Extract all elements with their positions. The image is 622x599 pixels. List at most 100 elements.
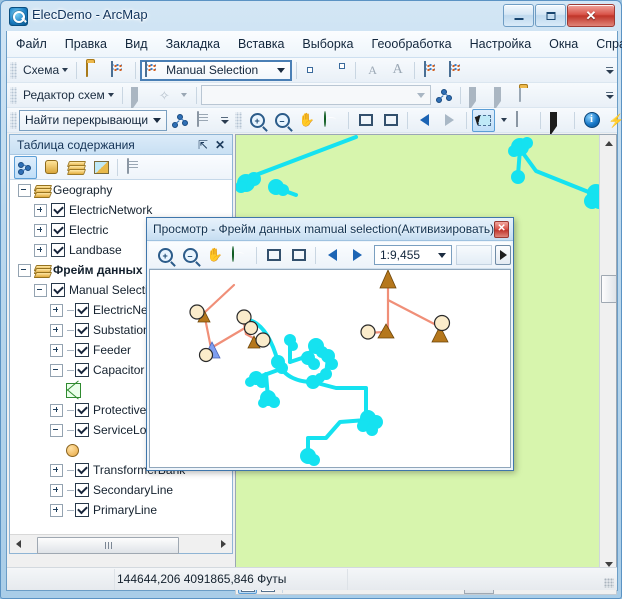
pin-icon[interactable]: ⇱: [195, 137, 211, 153]
close-icon[interactable]: ✕: [212, 137, 228, 153]
toc-options-button[interactable]: [123, 156, 146, 179]
scroll-thumb[interactable]: [601, 275, 616, 303]
minimize-button[interactable]: [503, 4, 534, 27]
toc-horizontal-scrollbar[interactable]: [10, 534, 232, 554]
layer-visibility-checkbox[interactable]: [75, 363, 89, 377]
select-elements-button[interactable]: [546, 109, 569, 136]
scroll-track[interactable]: [27, 535, 215, 554]
pan-to-selected-button[interactable]: [327, 59, 350, 82]
preview-fixed-zoom-in-button[interactable]: [262, 244, 285, 267]
list-by-source-button[interactable]: [39, 156, 62, 179]
selection-combo[interactable]: Manual Selection: [140, 59, 293, 81]
toolbar-grip[interactable]: [235, 111, 242, 129]
find-button[interactable]: ⚡: [605, 109, 622, 132]
collapse-icon[interactable]: [18, 263, 31, 277]
select-features-dropdown[interactable]: [497, 109, 510, 132]
expand-icon[interactable]: [50, 463, 63, 477]
scroll-right-icon[interactable]: [215, 536, 232, 553]
toc-item[interactable]: PrimaryLine: [10, 500, 232, 520]
toolbar-grip[interactable]: [10, 86, 17, 104]
expand-icon[interactable]: [34, 223, 47, 237]
map-vertical-scrollbar[interactable]: [599, 135, 616, 573]
collapse-icon[interactable]: [50, 423, 63, 437]
move-element-button[interactable]: [128, 84, 151, 111]
menu-selection[interactable]: Выборка: [293, 33, 362, 55]
menu-insert[interactable]: Вставка: [229, 33, 293, 55]
layer-visibility-checkbox[interactable]: [75, 483, 89, 497]
expand-icon[interactable]: [50, 503, 63, 517]
go-forward-button[interactable]: [438, 109, 461, 132]
scale-combo[interactable]: 1:9,455: [374, 245, 452, 265]
font-increase-button[interactable]: A: [386, 59, 409, 82]
layer-visibility-checkbox[interactable]: [51, 223, 65, 237]
toolbar-overflow-button[interactable]: [604, 85, 615, 106]
properties-scroll-button[interactable]: [193, 109, 216, 132]
preview-go-back-button[interactable]: [321, 244, 344, 267]
layer-visibility-checkbox[interactable]: [75, 343, 89, 357]
fixed-zoom-out-button[interactable]: [379, 109, 402, 132]
fixed-zoom-in-button[interactable]: [354, 109, 377, 132]
select-by-polygon-button[interactable]: [512, 109, 535, 132]
scroll-thumb[interactable]: [37, 536, 179, 554]
zoom-in-button[interactable]: +: [245, 109, 268, 132]
expand-icon[interactable]: [50, 343, 63, 357]
preview-pan-button[interactable]: ✋: [203, 244, 226, 267]
schematic-editor-menu-button[interactable]: Редактор схем: [19, 86, 118, 104]
expand-icon[interactable]: [50, 483, 63, 497]
toc-item[interactable]: Geography: [10, 180, 232, 200]
new-diagram-button[interactable]: [107, 59, 130, 82]
layer-visibility-checkbox[interactable]: [75, 403, 89, 417]
preview-zoom-in-button[interactable]: +: [153, 244, 176, 267]
resize-grip[interactable]: [604, 578, 614, 588]
magic-wand-button[interactable]: ✧: [153, 84, 176, 107]
close-button[interactable]: ✕: [567, 4, 615, 27]
select-features-button[interactable]: [472, 108, 495, 132]
select-node-button[interactable]: [466, 84, 489, 111]
scroll-up-icon[interactable]: [600, 135, 616, 152]
identify-button[interactable]: i: [580, 109, 603, 132]
preview-zoom-out-button[interactable]: –: [178, 244, 201, 267]
expand-icon[interactable]: [34, 243, 47, 257]
maximize-button[interactable]: [535, 4, 566, 27]
menu-geoprocessing[interactable]: Геообработка: [363, 33, 461, 55]
preview-go-forward-button[interactable]: [346, 244, 369, 267]
expand-icon[interactable]: [50, 323, 63, 337]
scroll-left-icon[interactable]: [10, 536, 27, 553]
toolbar-overflow-button[interactable]: [604, 60, 615, 81]
menu-edit[interactable]: Правка: [56, 33, 116, 55]
close-icon[interactable]: ✕: [494, 220, 509, 238]
preview-full-extent-button[interactable]: [228, 244, 251, 267]
toolbar-grip[interactable]: [10, 111, 17, 129]
collapse-icon[interactable]: [18, 183, 31, 197]
refresh-layout-button[interactable]: [420, 59, 443, 82]
font-decrease-button[interactable]: A: [361, 59, 384, 82]
network-trace-button[interactable]: [168, 109, 191, 132]
menu-view[interactable]: Вид: [116, 33, 157, 55]
expand-icon[interactable]: [50, 303, 63, 317]
layer-visibility-checkbox[interactable]: [75, 303, 89, 317]
full-extent-button[interactable]: [320, 109, 343, 132]
open-folder-button[interactable]: [82, 59, 105, 82]
find-combo[interactable]: Найти перекрывающи: [19, 109, 167, 131]
collapse-icon[interactable]: [34, 283, 47, 297]
layer-visibility-checkbox[interactable]: [75, 503, 89, 517]
layer-visibility-checkbox[interactable]: [75, 323, 89, 337]
play-button[interactable]: [495, 245, 511, 265]
update-diagram-button[interactable]: [445, 59, 468, 82]
toolbar-overflow-button[interactable]: [219, 110, 230, 131]
pan-button[interactable]: ✋: [295, 109, 318, 132]
layer-visibility-checkbox[interactable]: [51, 243, 65, 257]
go-back-button[interactable]: [413, 109, 436, 132]
list-by-selection-button[interactable]: [89, 156, 112, 179]
toc-item[interactable]: SecondaryLine: [10, 480, 232, 500]
select-link-button[interactable]: [491, 84, 514, 111]
layer-visibility-checkbox[interactable]: [51, 203, 65, 217]
menu-help[interactable]: Справка: [587, 33, 622, 55]
link-editor-button[interactable]: [432, 84, 455, 107]
menu-windows[interactable]: Окна: [540, 33, 587, 55]
preview-dialog-title-bar[interactable]: Просмотр - Фрейм данных mamual selection…: [147, 218, 513, 241]
expand-icon[interactable]: [50, 403, 63, 417]
toolbar-grip[interactable]: [10, 61, 17, 79]
collapse-icon[interactable]: [50, 363, 63, 377]
zoom-out-button[interactable]: –: [270, 109, 293, 132]
